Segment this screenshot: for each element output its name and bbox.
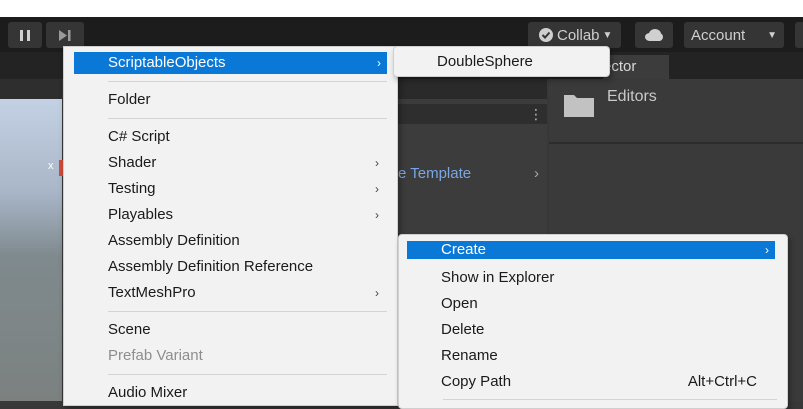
menu-item-label: Assembly Definition Reference	[108, 258, 314, 275]
template-chevron-icon[interactable]: ›	[534, 164, 539, 184]
menu-item-label: DoubleSphere	[437, 53, 533, 70]
menu-item-label: Delete	[441, 321, 485, 338]
menu-item-scriptableobjects[interactable]: ScriptableObjects ›	[74, 52, 387, 74]
submenu-arrow-icon: ›	[375, 286, 379, 300]
menu-item-label: ScriptableObjects	[108, 54, 226, 71]
top-white-strip	[0, 0, 803, 17]
menu-item-label: Open	[441, 295, 478, 312]
kebab-menu-icon[interactable]: ⋮	[529, 106, 543, 122]
folder-icon	[564, 95, 594, 117]
menu-item-label: Show in Explorer	[441, 269, 555, 286]
menu-item-textmeshpro[interactable]: TextMeshPro ›	[64, 282, 397, 304]
menu-item-folder[interactable]: Folder	[64, 89, 397, 111]
template-item-label[interactable]: e Template	[398, 164, 471, 184]
cloud-button[interactable]	[635, 22, 673, 48]
submenu-arrow-icon: ›	[765, 243, 769, 257]
tab-inspector[interactable]: ector	[603, 55, 669, 79]
menu-separator	[108, 311, 387, 312]
layers-button-edge[interactable]	[795, 22, 803, 48]
collab-caret-icon: ▼	[602, 29, 613, 41]
step-icon	[59, 29, 71, 41]
pause-button[interactable]	[8, 22, 42, 48]
create-context-menu: ScriptableObjects › Folder C# Script Sha…	[63, 46, 398, 406]
inspector-divider	[549, 142, 803, 144]
menu-item-label: Playables	[108, 206, 174, 223]
submenu-arrow-icon: ›	[375, 182, 379, 196]
menu-item-show-in-explorer[interactable]: Show in Explorer	[399, 267, 787, 289]
menu-item-csharp-script[interactable]: C# Script	[64, 126, 397, 148]
menu-item-prefab-variant: Prefab Variant	[64, 345, 397, 367]
menu-item-shortcut: Alt+Ctrl+C	[687, 373, 757, 390]
menu-item-doublesphere[interactable]: DoubleSphere	[394, 51, 609, 73]
menu-item-shader[interactable]: Shader ›	[64, 152, 397, 174]
menu-item-open[interactable]: Open	[399, 293, 787, 315]
menu-separator	[108, 118, 387, 119]
menu-item-label: Create	[441, 241, 487, 258]
menu-item-label: Audio Mixer	[108, 384, 188, 401]
menu-item-rename[interactable]: Rename	[399, 345, 787, 367]
account-button[interactable]: Account ▼	[684, 22, 784, 48]
menu-item-label: Copy Path	[441, 373, 512, 390]
collab-check-icon	[539, 28, 553, 42]
menu-item-playables[interactable]: Playables ›	[64, 204, 397, 226]
menu-item-label: Rename	[441, 347, 498, 364]
scene-view[interactable]	[0, 79, 62, 401]
menu-item-label: Assembly Definition	[108, 232, 240, 249]
account-caret-icon: ▼	[767, 29, 777, 41]
scene-toolbar	[0, 79, 62, 99]
project-context-menu: Create › Show in Explorer Open Delete Re…	[398, 234, 788, 409]
menu-item-testing[interactable]: Testing ›	[64, 178, 397, 200]
cloud-icon	[645, 29, 663, 41]
project-search-bar[interactable]	[397, 79, 547, 99]
menu-separator	[108, 374, 387, 375]
inspector-folder-name: Editors	[607, 88, 657, 105]
menu-item-label: C# Script	[108, 128, 170, 145]
menu-item-label: Folder	[108, 91, 151, 108]
menu-item-label: Shader	[108, 154, 157, 171]
menu-item-label: Testing	[108, 180, 156, 197]
collab-button[interactable]: Collab ▼	[528, 22, 621, 48]
scriptableobjects-submenu: DoubleSphere	[393, 46, 610, 77]
submenu-arrow-icon: ›	[377, 56, 381, 70]
step-button[interactable]	[46, 22, 84, 48]
pause-icon	[20, 29, 30, 41]
menu-item-create[interactable]: Create ›	[407, 241, 775, 259]
menu-item-label: TextMeshPro	[108, 284, 196, 301]
menu-item-assembly-definition-reference[interactable]: Assembly Definition Reference	[64, 256, 397, 278]
collab-label: Collab	[557, 26, 600, 44]
submenu-arrow-icon: ›	[375, 156, 379, 170]
menu-item-label: Prefab Variant	[108, 347, 203, 364]
menu-separator	[108, 81, 387, 82]
scene-axis-label: x	[48, 160, 54, 172]
project-subbar	[397, 104, 547, 124]
account-label: Account	[691, 26, 746, 44]
menu-item-delete[interactable]: Delete	[399, 319, 787, 341]
menu-separator	[443, 399, 777, 400]
submenu-arrow-icon: ›	[375, 208, 379, 222]
menu-item-scene[interactable]: Scene	[64, 319, 397, 341]
menu-item-label: Scene	[108, 321, 151, 338]
menu-item-copy-path[interactable]: Copy Path Alt+Ctrl+C	[399, 371, 787, 393]
menu-item-assembly-definition[interactable]: Assembly Definition	[64, 230, 397, 252]
